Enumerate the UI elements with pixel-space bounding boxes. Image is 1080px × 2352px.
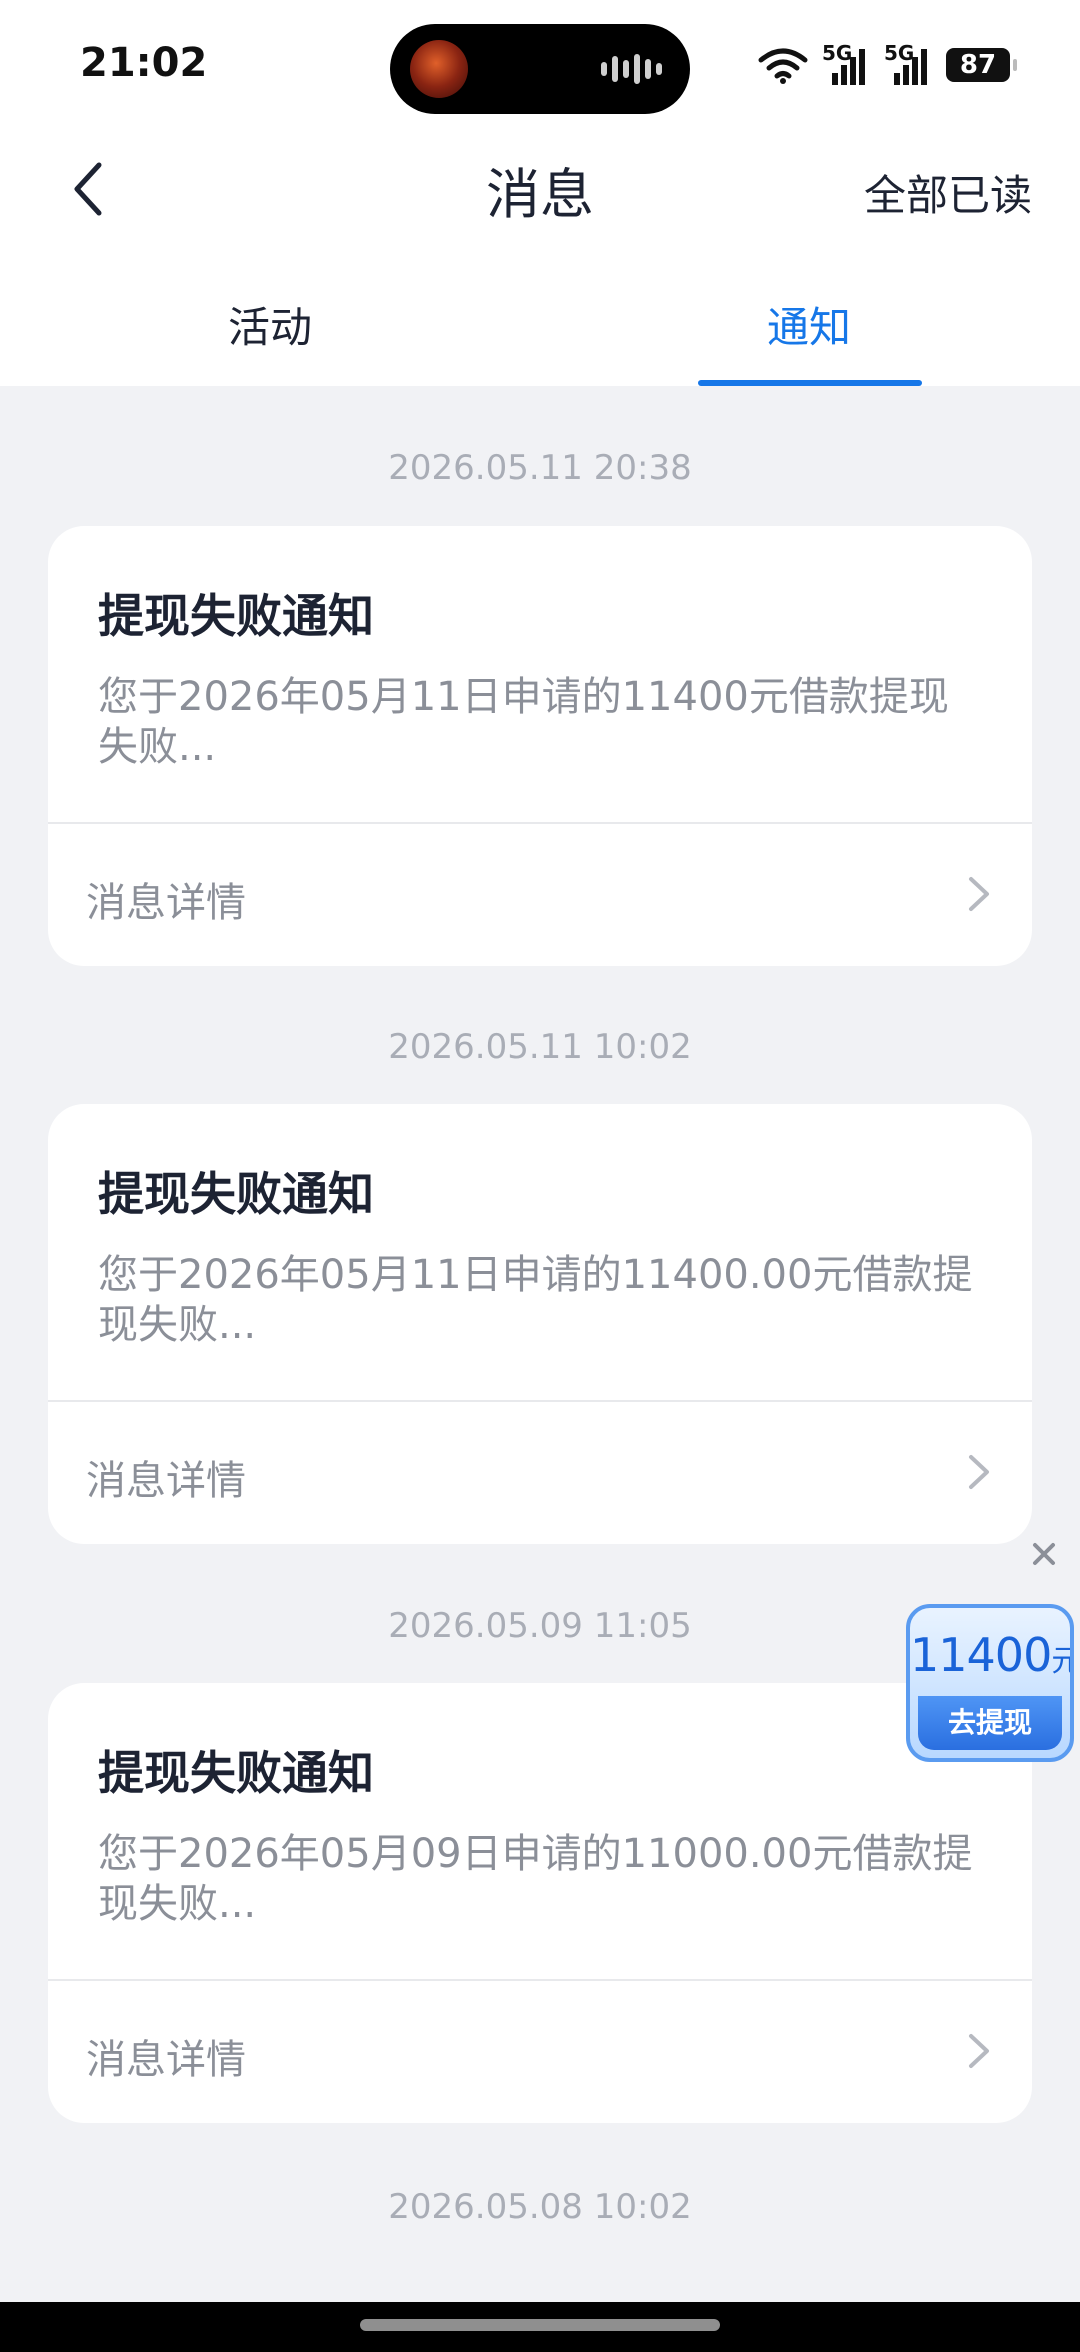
signal-icon: 5G	[884, 41, 932, 87]
battery-icon: 87	[946, 48, 1017, 82]
promo-unit: 元	[1051, 1644, 1070, 1679]
close-icon[interactable]	[1024, 1534, 1064, 1574]
message-body: 您于2026年05月09日申请的11000.00元借款提现失败...	[98, 1831, 973, 1927]
mark-all-read-button[interactable]: 全部已读	[864, 162, 1032, 223]
home-indicator[interactable]	[360, 2319, 720, 2331]
chevron-right-icon	[969, 2034, 989, 2068]
message-title: 提现失败通知	[98, 1746, 374, 1800]
message-timestamp: 2026.05.11 10:02	[388, 1027, 692, 1067]
status-bar: 21:02 5G 5G 87	[0, 0, 1080, 130]
active-tab-indicator	[698, 380, 922, 386]
dynamic-island[interactable]	[390, 24, 690, 114]
message-detail-button[interactable]: 消息详情	[48, 1402, 1032, 1544]
signal-icon: 5G	[822, 41, 870, 87]
chevron-right-icon	[969, 1455, 989, 1489]
tab-notice[interactable]: 通知	[659, 294, 959, 355]
tab-activity[interactable]: 活动	[120, 294, 420, 355]
message-timestamp: 2026.05.08 10:02	[388, 2187, 692, 2227]
messages-screen: 21:02 5G 5G 87 消息 全部已读 活动 通知 2026.05.11 …	[0, 0, 1080, 2352]
bottom-bar	[0, 2302, 1080, 2352]
message-card[interactable]: 提现失败通知 您于2026年05月09日申请的11000.00元借款提现失败..…	[48, 1683, 1032, 2123]
now-playing-artwork	[410, 40, 468, 98]
message-title: 提现失败通知	[98, 1167, 374, 1221]
message-detail-label: 消息详情	[86, 2037, 246, 2083]
chevron-right-icon	[969, 877, 989, 911]
message-title: 提现失败通知	[98, 589, 374, 643]
message-card[interactable]: 提现失败通知 您于2026年05月11日申请的11400.00元借款提现失败..…	[48, 1104, 1032, 1544]
message-detail-label: 消息详情	[86, 880, 246, 926]
message-detail-button[interactable]: 消息详情	[48, 824, 1032, 966]
audio-wave-icon	[601, 54, 662, 84]
message-detail-button[interactable]: 消息详情	[48, 1981, 1032, 2123]
message-detail-label: 消息详情	[86, 1458, 246, 1504]
tab-bar: 活动 通知	[0, 256, 1080, 386]
promo-amount: 11400元	[910, 1628, 1070, 1682]
message-body: 您于2026年05月11日申请的11400.00元借款提现失败...	[98, 1252, 973, 1348]
withdraw-promo-button[interactable]: 11400元 去提现	[906, 1604, 1074, 1762]
status-time: 21:02	[80, 40, 208, 86]
promo-action-label: 去提现	[918, 1696, 1062, 1750]
message-timestamp: 2026.05.11 20:38	[388, 448, 692, 488]
wifi-icon	[758, 48, 808, 84]
nav-header: 消息 全部已读	[0, 130, 1080, 256]
message-body: 您于2026年05月11日申请的11400元借款提现失败...	[98, 674, 949, 770]
status-icons: 5G 5G 87	[758, 40, 1017, 90]
message-card[interactable]: 提现失败通知 您于2026年05月11日申请的11400元借款提现失败... 消…	[48, 526, 1032, 966]
